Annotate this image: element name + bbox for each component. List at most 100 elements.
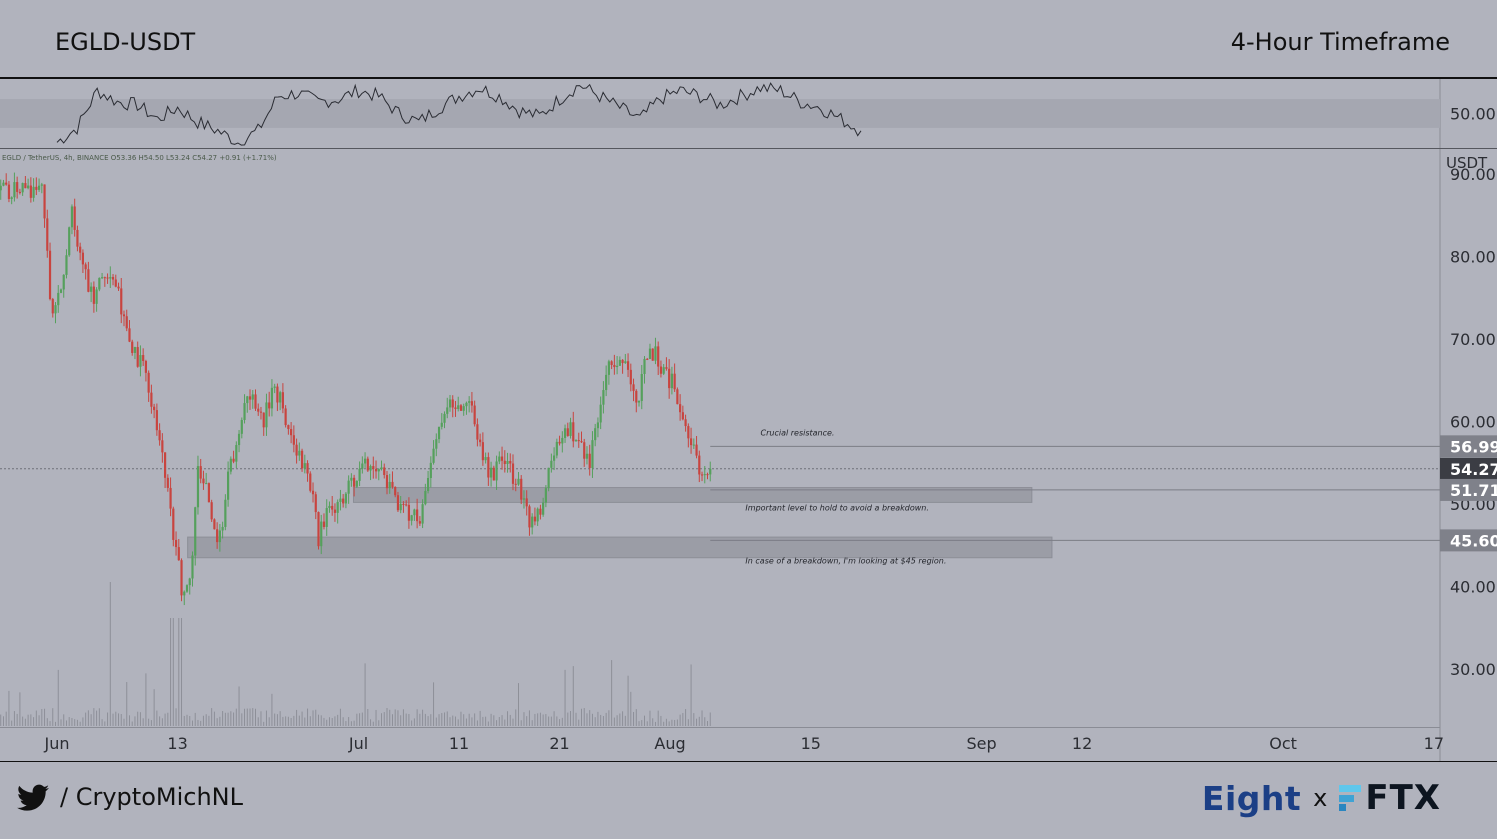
candle-body <box>73 206 76 230</box>
time-tick-label: 13 <box>167 734 187 753</box>
candle-body <box>435 439 438 449</box>
candle-body <box>81 252 85 265</box>
candle-body <box>514 483 517 485</box>
candle-body <box>320 521 323 547</box>
candle-body <box>668 368 671 389</box>
level-price-tag: 56.99 <box>1440 435 1497 458</box>
candle-body <box>703 474 706 476</box>
candle-body <box>158 430 161 441</box>
candle-body <box>503 460 506 465</box>
chart-area[interactable]: 50.00 EGLD / TetherUS, 4h, BINANCE O53.36… <box>0 79 1497 761</box>
candle-body <box>142 355 145 361</box>
candle-body <box>95 289 98 304</box>
candle-body <box>46 218 49 251</box>
candle-body <box>618 359 621 366</box>
candle-body <box>62 274 65 290</box>
candle-body <box>333 509 337 513</box>
candle-body <box>306 463 309 474</box>
candle-body <box>410 515 413 521</box>
candle-body <box>2 182 5 186</box>
symbol-info: EGLD / TetherUS, 4h, BINANCE O53.36 H54.… <box>2 154 277 162</box>
candle-body <box>599 404 602 423</box>
twitter-handle[interactable]: / CryptoMichNL <box>60 783 243 811</box>
candle-body <box>70 206 74 228</box>
time-tick-label: Aug <box>654 734 685 753</box>
candle-body <box>487 457 490 478</box>
candle-body <box>68 227 71 256</box>
time-tick-label: 21 <box>549 734 569 753</box>
candle-body <box>662 367 665 374</box>
candle-body <box>569 422 572 436</box>
candle-body <box>670 373 673 389</box>
candle-body <box>43 184 46 219</box>
candle-body <box>314 494 317 513</box>
candle-body <box>147 372 150 393</box>
candle-body <box>103 277 106 279</box>
candle-body <box>394 486 397 496</box>
candle-body <box>311 490 315 495</box>
candle-body <box>24 183 27 189</box>
candle-body <box>120 288 123 315</box>
time-tick-label: 15 <box>801 734 821 753</box>
candle-body <box>536 508 539 522</box>
candle-body <box>643 358 646 374</box>
candle-body <box>100 277 104 279</box>
candle-body <box>133 347 137 353</box>
candle-body <box>287 425 290 430</box>
candle-body <box>659 366 663 374</box>
candle-body <box>355 480 358 487</box>
candle-body <box>347 480 350 494</box>
pair-title: EGLD-USDT <box>55 28 196 56</box>
twitter-icon[interactable] <box>17 784 49 812</box>
candle-body <box>358 468 361 481</box>
candle-body <box>418 521 421 524</box>
candle-body <box>563 428 567 438</box>
candle-body <box>679 404 682 413</box>
candle-body <box>566 428 569 436</box>
candle-body <box>218 530 221 543</box>
candle-body <box>377 469 380 472</box>
price-tick-label: 30.00 <box>1450 660 1496 679</box>
candle-body <box>229 458 232 472</box>
candle-body <box>216 529 219 543</box>
candle-body <box>607 361 610 375</box>
candle-body <box>539 508 542 515</box>
candle-body <box>684 419 687 427</box>
time-tick-label: Oct <box>1269 734 1297 753</box>
candle-body <box>153 406 156 411</box>
candle-body <box>246 396 249 404</box>
candle-body <box>454 407 457 409</box>
indicator-tick-label: 50.00 <box>1450 105 1496 124</box>
candle-body <box>665 367 668 369</box>
candle-body <box>585 453 589 459</box>
candle-body <box>235 445 238 462</box>
price-tag-label: 45.60 <box>1450 531 1497 550</box>
candle-body <box>5 182 8 185</box>
candle-body <box>588 453 591 468</box>
candle-body <box>706 474 709 476</box>
candle-body <box>366 458 369 471</box>
candle-body <box>221 526 224 531</box>
price-tick-label: 80.00 <box>1450 247 1496 266</box>
candle-body <box>268 402 271 409</box>
candle-body <box>624 361 627 364</box>
time-tick-label: 11 <box>449 734 469 753</box>
candle-body <box>161 440 164 453</box>
candle-body <box>709 468 712 475</box>
candle-body <box>544 488 547 503</box>
time-tick-label: 12 <box>1072 734 1092 753</box>
candle-body <box>35 186 38 190</box>
candle-body <box>481 442 484 461</box>
candle-body <box>476 424 479 440</box>
candle-body <box>183 591 186 596</box>
candle-body <box>284 408 287 426</box>
candle-body <box>322 521 326 527</box>
candle-body <box>479 439 482 443</box>
price-tick-label: 40.00 <box>1450 578 1496 597</box>
candle-body <box>300 450 304 469</box>
candle-body <box>163 452 167 478</box>
brand-logos: Eight x FTX <box>1202 776 1441 820</box>
candle-body <box>561 437 564 444</box>
candle-body <box>205 483 208 485</box>
candle-body <box>462 406 465 411</box>
